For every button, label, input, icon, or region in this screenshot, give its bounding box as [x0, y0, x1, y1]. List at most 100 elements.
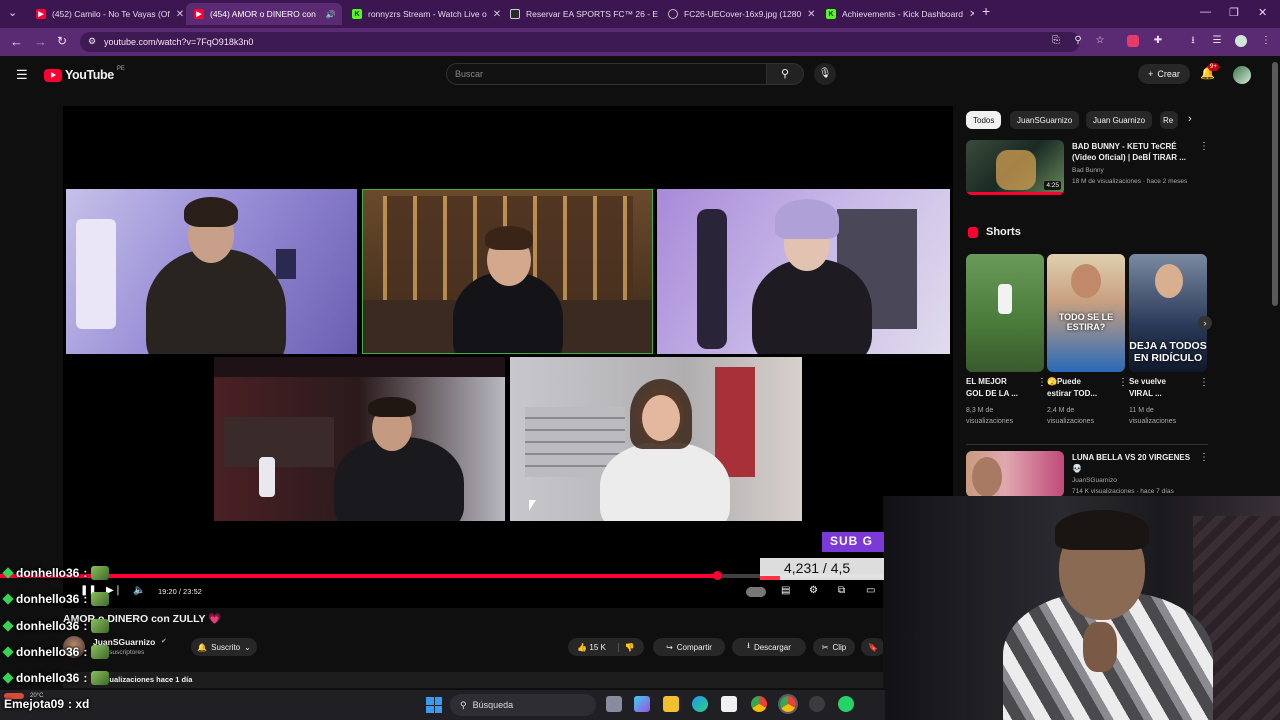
close-tab-icon[interactable]: ✕: [969, 9, 974, 20]
more-options-icon[interactable]: ⋮: [1037, 377, 1047, 388]
shorts-next-icon[interactable]: ›: [1198, 316, 1212, 330]
description-box[interactable]: visualizaciones hace 1 día: [63, 672, 885, 688]
more-options-icon[interactable]: ⋮: [1118, 377, 1128, 388]
chevron-right-icon[interactable]: ›: [1188, 113, 1192, 125]
forward-icon[interactable]: →: [34, 34, 47, 49]
bookmark-star-icon[interactable]: ☆: [1094, 35, 1106, 47]
hamburger-menu-icon[interactable]: ☰: [16, 67, 28, 83]
close-tab-icon[interactable]: ✕: [493, 9, 500, 20]
subscriber-badge-icon: [2, 567, 14, 579]
browser-tab-2[interactable]: ▶ (454) AMOR o DINERO con 🔊 ✕: [186, 3, 342, 25]
close-window-icon[interactable]: ✕: [1258, 6, 1267, 19]
tab-groups-icon[interactable]: ☰: [1211, 35, 1223, 47]
recommended-title-line-2[interactable]: (Video Oficial) | DeBÍ TiRAR ...: [1072, 152, 1186, 163]
more-options-icon[interactable]: ⋮: [1199, 377, 1209, 388]
browser-tab-4[interactable]: Reservar EA SPORTS FC™ 26 - E ✕: [502, 3, 658, 25]
browser-menu-icon[interactable]: ⋮: [1260, 35, 1272, 47]
chip-juan-guarnizo[interactable]: Juan Guarnizo: [1086, 111, 1153, 129]
share-button[interactable]: ↪ Compartir: [653, 638, 725, 656]
chrome-icon[interactable]: [751, 696, 767, 712]
subscriber-badge-icon: [2, 646, 14, 658]
emote-icon: [91, 592, 110, 606]
create-button[interactable]: + Crear: [1138, 64, 1190, 84]
scissors-icon: ✂: [821, 642, 829, 652]
like-button[interactable]: 👍 15 K: [577, 643, 606, 652]
theater-mode-icon[interactable]: ▭: [866, 585, 875, 596]
settings-gear-icon[interactable]: ⚙: [809, 585, 818, 596]
youtube-logo[interactable]: YouTube PE: [44, 66, 125, 82]
chat-username: Emejota09: [4, 697, 65, 711]
tab-search-icon[interactable]: ⌄: [8, 6, 17, 19]
short-thumbnail-3[interactable]: DEJA A TODOS EN RIDÍCULO: [1129, 254, 1207, 372]
back-icon[interactable]: ←: [10, 34, 23, 49]
recommended-channel[interactable]: JuanSGuarnizo: [1072, 476, 1117, 486]
account-avatar[interactable]: [1233, 66, 1251, 84]
extension-icon[interactable]: [1127, 35, 1139, 47]
close-tab-icon[interactable]: ✕: [176, 9, 184, 20]
obs-icon[interactable]: [809, 696, 825, 712]
recommended-title-line-1[interactable]: LUNA BELLA VS 20 VIRGENES: [1072, 452, 1190, 463]
short-title-line: estirar TOD...: [1047, 389, 1098, 398]
taskbar-search-box[interactable]: ⚲ Búsqueda: [450, 694, 596, 716]
chat-username: donhello36: [16, 566, 80, 580]
recommended-title-line-2[interactable]: 💀: [1072, 463, 1082, 474]
clip-label: Clip: [832, 642, 847, 652]
site-info-icon[interactable]: ⚙: [88, 36, 96, 47]
short-title-2[interactable]: 🫣Puede estirar TOD...: [1047, 376, 1125, 400]
short-thumbnail-2[interactable]: TODO SE LE ESTIRA?: [1047, 254, 1125, 372]
more-options-icon[interactable]: ⋮: [1199, 452, 1209, 463]
recommended-thumbnail[interactable]: [966, 451, 1064, 497]
whatsapp-icon[interactable]: [838, 696, 854, 712]
chip-re[interactable]: Re: [1160, 111, 1178, 129]
chip-juansguarnizo[interactable]: JuanSGuarnizo: [1010, 111, 1080, 129]
recommended-channel[interactable]: Bad Bunny: [1072, 166, 1104, 176]
channel-row: JuanSGuarnizo ✔ M de suscriptores 🔔 Susc…: [63, 636, 885, 658]
recommended-thumbnail[interactable]: 4:25: [966, 140, 1064, 195]
chip-todos[interactable]: Todos: [966, 111, 1002, 129]
reload-icon[interactable]: ↻: [57, 34, 67, 48]
store-icon[interactable]: [721, 696, 737, 712]
search-button[interactable]: ⚲: [766, 63, 804, 85]
short-thumbnail-1[interactable]: [966, 254, 1044, 372]
zoom-icon[interactable]: ⚲: [1072, 35, 1084, 47]
edge-icon[interactable]: [692, 696, 708, 712]
install-app-icon[interactable]: ⎘: [1050, 35, 1062, 47]
close-tab-icon[interactable]: ✕: [807, 9, 815, 20]
volume-icon[interactable]: 🔈: [133, 585, 145, 596]
page-scrollbar[interactable]: [1272, 62, 1278, 306]
subtitles-icon[interactable]: ▤: [781, 585, 790, 596]
browser-tab-1[interactable]: ▶ (452) Camilo - No Te Vayas (Of ✕: [28, 3, 184, 25]
restore-icon[interactable]: ❐: [1229, 6, 1239, 19]
extensions-puzzle-icon[interactable]: ✚: [1152, 35, 1164, 47]
short-title-1[interactable]: EL MEJOR GOL DE LA ...: [966, 376, 1044, 400]
subscribed-button[interactable]: 🔔 Suscrito ⌄: [191, 638, 257, 656]
copilot-icon[interactable]: [634, 696, 650, 712]
chrome-profile-icon[interactable]: [780, 696, 796, 712]
download-button[interactable]: ⭳ Descargar: [732, 638, 806, 656]
dislike-icon[interactable]: 👎: [617, 642, 635, 652]
miniplayer-icon[interactable]: ⧉: [838, 585, 845, 596]
video-player[interactable]: [63, 106, 953, 608]
short-title-3[interactable]: Se vuelve VIRAL ...: [1129, 376, 1207, 400]
search-input[interactable]: Buscar: [446, 63, 768, 85]
windows-start-icon[interactable]: [426, 697, 442, 713]
browser-tab-6[interactable]: K Achievements - Kick Dashboard ✕: [818, 3, 974, 25]
autoplay-toggle[interactable]: [746, 587, 766, 597]
save-button[interactable]: 🔖: [861, 638, 885, 656]
browser-tab-3[interactable]: K ronnyzrs Stream - Watch Live o ✕: [344, 3, 500, 25]
profile-avatar-icon[interactable]: [1235, 35, 1247, 47]
video-progress-bar[interactable]: [0, 571, 885, 580]
recommended-title-line-1[interactable]: BAD BUNNY - KETU TeCRÉ: [1072, 141, 1177, 152]
new-tab-icon[interactable]: +: [982, 3, 990, 19]
downloads-icon[interactable]: ⭳: [1187, 35, 1199, 47]
address-bar[interactable]: ⚙ youtube.com/watch?v=7FqO918k3n0: [80, 32, 1080, 52]
video-scrubber-handle[interactable]: [712, 571, 722, 580]
audio-playing-icon[interactable]: 🔊: [326, 10, 336, 19]
more-options-icon[interactable]: ⋮: [1199, 141, 1209, 152]
minimize-icon[interactable]: —: [1200, 6, 1211, 18]
voice-search-button[interactable]: 🎙: [814, 63, 836, 85]
clip-button[interactable]: ✂ Clip: [813, 638, 855, 656]
task-view-icon[interactable]: [606, 696, 622, 712]
file-explorer-icon[interactable]: [663, 696, 679, 712]
browser-tab-5[interactable]: FC26-UECover-16x9.jpg (1280 ✕: [660, 3, 816, 25]
